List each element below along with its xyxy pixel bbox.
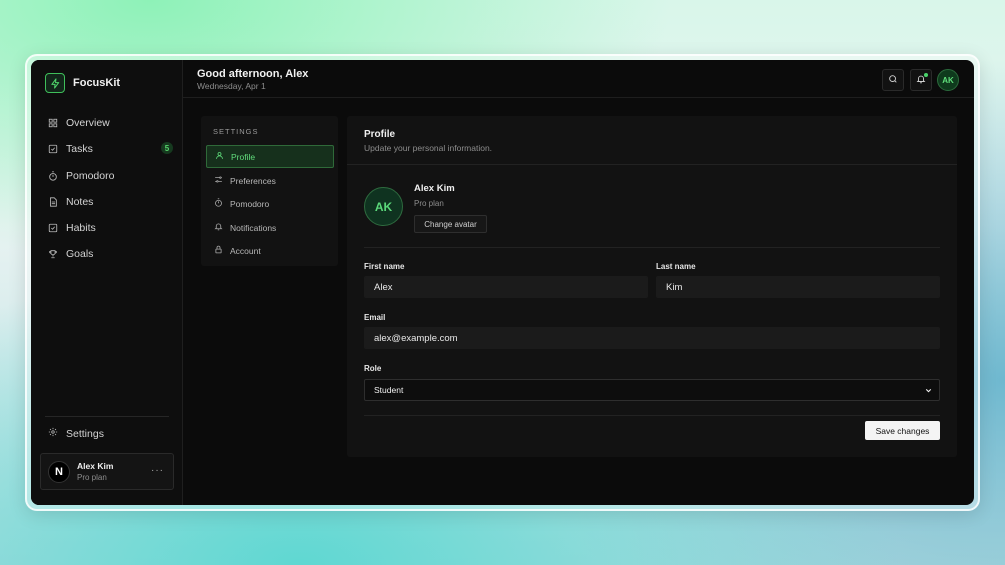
timer-icon — [48, 171, 58, 181]
settings-tab-preferences[interactable]: Preferences — [206, 169, 334, 192]
sidebar-item-pomodoro[interactable]: Pomodoro — [41, 163, 173, 189]
divider — [364, 247, 940, 248]
sidebar-item-label: Overview — [66, 117, 110, 129]
settings-tab-notifications[interactable]: Notifications — [206, 216, 334, 239]
sidebar-item-settings[interactable]: Settings — [48, 427, 104, 440]
brand-name: FocusKit — [73, 77, 121, 89]
user-info: Alex Kim Pro plan — [77, 461, 113, 482]
first-name-field[interactable]: Alex — [364, 276, 648, 298]
sidebar-item-label: Notes — [66, 195, 94, 208]
search-button[interactable] — [882, 69, 904, 91]
check-square-icon — [48, 223, 58, 233]
profile-panel: Profile Update your personal information… — [347, 116, 957, 457]
panel-title: Profile — [364, 129, 396, 140]
settings-tab-label: Preferences — [230, 175, 276, 186]
trophy-icon — [48, 249, 58, 259]
settings-tab-label: Notifications — [230, 222, 277, 233]
sidebar-item-label: Tasks — [66, 143, 93, 156]
panel-subtitle: Update your personal information. — [364, 143, 493, 153]
email-label: Email — [364, 313, 386, 322]
sidebar-item-overview[interactable]: Overview — [41, 110, 173, 136]
app-window: FocusKit Overview Tasks 5 Pomodoro Notes… — [31, 60, 974, 505]
last-name-label: Last name — [656, 262, 696, 271]
greeting: Good afternoon, Alex — [197, 68, 309, 80]
settings-nav: SETTINGS Profile Preferences Pomodoro No… — [201, 116, 338, 266]
settings-tab-label: Pomodoro — [230, 198, 270, 209]
check-square-icon — [48, 144, 58, 154]
sidebar-divider — [45, 416, 169, 417]
user-name: Alex Kim — [77, 461, 114, 471]
email-field[interactable]: alex@example.com — [364, 327, 940, 349]
save-button[interactable]: Save changes — [865, 421, 940, 440]
settings-tab-label: Account — [230, 245, 261, 256]
sidebar: FocusKit Overview Tasks 5 Pomodoro Notes… — [31, 60, 183, 505]
role-value: Student — [374, 385, 404, 395]
divider — [364, 415, 940, 416]
settings-tab-account[interactable]: Account — [206, 239, 334, 262]
avatar[interactable]: AK — [937, 69, 959, 91]
document-icon — [48, 197, 58, 207]
sidebar-item-label: Goals — [66, 248, 94, 261]
bell-icon — [214, 222, 223, 233]
change-avatar-button[interactable]: Change avatar — [414, 215, 487, 233]
sidebar-item-goals[interactable]: Goals — [41, 241, 173, 267]
lightning-icon — [45, 73, 65, 93]
tasks-count-badge: 5 — [161, 142, 173, 155]
sidebar-item-label: Settings — [66, 427, 104, 440]
chevron-down-icon — [924, 386, 933, 397]
sliders-icon — [214, 175, 223, 186]
current-date: Wednesday, Apr 1 — [197, 81, 266, 91]
avatar: N — [48, 460, 70, 483]
sidebar-item-notes[interactable]: Notes — [41, 189, 173, 215]
role-select[interactable]: Student — [364, 379, 940, 401]
user-card[interactable]: N Alex Kim Pro plan ··· — [40, 453, 174, 490]
sidebar-item-label: Habits — [66, 222, 96, 235]
role-label: Role — [364, 364, 382, 373]
notification-dot — [924, 73, 928, 77]
notifications-button[interactable] — [910, 69, 932, 91]
settings-tab-pomodoro[interactable]: Pomodoro — [206, 192, 334, 215]
header: Good afternoon, Alex Wednesday, Apr 1 AK — [183, 60, 974, 98]
sidebar-nav: Overview Tasks 5 Pomodoro Notes Habits G… — [41, 110, 173, 268]
gear-icon — [48, 427, 58, 440]
profile-plan: Pro plan — [414, 199, 444, 208]
more-options-button[interactable]: ··· — [151, 465, 164, 476]
settings-tab-profile[interactable]: Profile — [206, 145, 334, 168]
search-icon — [888, 71, 898, 89]
divider — [347, 164, 957, 165]
sidebar-item-tasks[interactable]: Tasks 5 — [41, 136, 173, 162]
settings-nav-title: SETTINGS — [213, 127, 259, 136]
grid-icon — [48, 118, 58, 128]
user-icon — [215, 151, 224, 162]
profile-name: Alex Kim — [414, 183, 455, 194]
last-name-field[interactable]: Kim — [656, 276, 940, 298]
brand[interactable]: FocusKit — [45, 73, 120, 93]
first-name-label: First name — [364, 262, 405, 271]
timer-icon — [214, 198, 223, 209]
sidebar-item-habits[interactable]: Habits — [41, 215, 173, 241]
sidebar-item-label: Pomodoro — [66, 169, 115, 182]
settings-tab-label: Profile — [231, 151, 256, 162]
lock-icon — [214, 245, 223, 256]
user-plan: Pro plan — [77, 473, 107, 482]
avatar: AK — [364, 187, 403, 226]
